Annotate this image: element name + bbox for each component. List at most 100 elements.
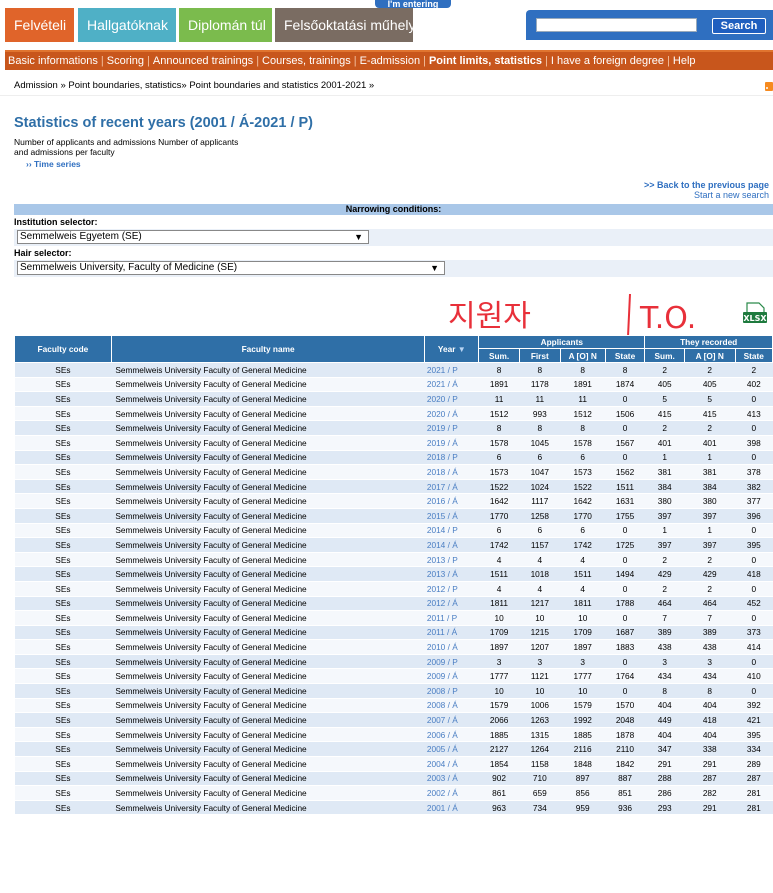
cell-year[interactable]: 2011 / Á xyxy=(424,625,479,641)
breadcrumb-item[interactable]: Point boundaries, statistics xyxy=(68,80,181,91)
cell-year[interactable]: 2015 / Á xyxy=(424,508,479,524)
header-rec-aon[interactable]: A [O] N xyxy=(683,348,736,363)
header-app-first[interactable]: First xyxy=(518,348,561,363)
nav-item[interactable]: Point limits, statistics xyxy=(429,55,542,67)
search-button[interactable]: Search xyxy=(712,18,766,34)
cell-year[interactable]: 2005 / Á xyxy=(424,741,479,758)
cell-year[interactable]: 2010 / Á xyxy=(424,639,479,655)
cell-rec-state: 410 xyxy=(735,668,773,685)
nav-item[interactable]: Courses, trainings xyxy=(262,55,351,67)
header-faculty-name[interactable]: Faculty name xyxy=(110,335,426,363)
cell-year[interactable]: 2020 / P xyxy=(424,391,479,407)
cell-year[interactable]: 2008 / P xyxy=(424,683,479,699)
cell-year[interactable]: 2021 / Á xyxy=(424,377,479,393)
header-app-aon[interactable]: A [O] N xyxy=(559,348,606,363)
cell-rec-state: 418 xyxy=(735,566,773,582)
cell-rec-state: 382 xyxy=(735,479,773,495)
cell-app-aon: 1897 xyxy=(560,639,606,655)
cell-year[interactable]: 2013 / Á xyxy=(424,566,479,582)
table-row: SEs Semmelweis University Faculty of Gene… xyxy=(14,800,773,816)
cell-year[interactable]: 2012 / Á xyxy=(424,596,479,612)
header-faculty-code[interactable]: Faculty code xyxy=(14,335,112,363)
cell-rec-aon: 384 xyxy=(684,479,736,495)
header-year[interactable]: Year ▼ xyxy=(424,335,480,363)
tab-diploman-tul[interactable]: Diplomán túl xyxy=(179,8,272,42)
cell-app-aon: 6 xyxy=(560,450,606,466)
hair-select[interactable]: Semmelweis University, Faculty of Medici… xyxy=(17,261,445,275)
cell-year[interactable]: 2009 / P xyxy=(424,654,479,670)
cell-app-sum: 1511 xyxy=(478,566,520,582)
cell-app-state: 2110 xyxy=(605,741,645,758)
cell-year[interactable]: 2014 / P xyxy=(424,523,479,539)
table-row: SEs Semmelweis University Faculty of Gene… xyxy=(14,552,773,568)
cell-app-aon: 1642 xyxy=(560,493,606,509)
cell-year[interactable]: 2013 / P xyxy=(424,552,479,568)
cell-year[interactable]: 2019 / Á xyxy=(424,435,479,451)
cell-year[interactable]: 2019 / P xyxy=(424,420,479,436)
table-row: SEs Semmelweis University Faculty of Gene… xyxy=(14,406,773,422)
cell-faculty-name: Semmelweis University Faculty of General… xyxy=(111,552,425,568)
tab-felveteli[interactable]: Felvételi xyxy=(5,8,74,42)
entering-tab[interactable]: I'm entering xyxy=(375,0,451,8)
cell-app-first: 1264 xyxy=(519,741,561,758)
cell-year[interactable]: 2020 / Á xyxy=(424,406,479,422)
rss-icon[interactable] xyxy=(765,82,773,91)
new-search-link[interactable]: Start a new search xyxy=(644,190,769,200)
cell-year[interactable]: 2018 / Á xyxy=(424,464,479,480)
table-row: SEs Semmelweis University Faculty of Gene… xyxy=(14,537,773,553)
cell-rec-aon: 429 xyxy=(684,566,736,582)
divider xyxy=(0,95,773,96)
table-row: SEs Semmelweis University Faculty of Gene… xyxy=(14,420,773,436)
cell-app-aon: 1522 xyxy=(560,479,606,495)
table-row: SEs Semmelweis University Faculty of Gene… xyxy=(14,566,773,582)
cell-app-sum: 1897 xyxy=(478,639,520,655)
cell-rec-aon: 405 xyxy=(684,377,736,393)
institution-select[interactable]: Semmelweis Egyetem (SE) ▼ xyxy=(17,230,369,244)
xlsx-icon[interactable]: XLSX xyxy=(742,302,768,326)
cell-year[interactable]: 2017 / Á xyxy=(424,479,479,495)
cell-year[interactable]: 2004 / Á xyxy=(424,756,479,772)
nav-item[interactable]: Basic informations xyxy=(8,55,98,67)
cell-app-aon: 897 xyxy=(560,771,606,787)
tab-felsooktatasi-muhely[interactable]: Felsőoktatási műhely xyxy=(275,8,416,42)
header-app-state[interactable]: State xyxy=(604,348,646,363)
back-to-previous-link[interactable]: >> Back to the previous page xyxy=(644,180,769,190)
cell-year[interactable]: 2006 / Á xyxy=(424,727,479,743)
header-app-sum[interactable]: Sum. xyxy=(478,348,520,363)
cell-year[interactable]: 2002 / Á xyxy=(424,785,479,801)
header-rec-state[interactable]: State xyxy=(734,348,773,363)
cell-app-first: 10 xyxy=(519,610,561,626)
cell-year[interactable]: 2018 / P xyxy=(424,450,479,466)
header-rec-sum[interactable]: Sum. xyxy=(644,348,685,363)
cell-year[interactable]: 2014 / Á xyxy=(424,537,479,553)
cell-year[interactable]: 2001 / Á xyxy=(424,800,479,816)
cell-year[interactable]: 2009 / Á xyxy=(424,668,479,685)
nav-item[interactable]: Scoring xyxy=(107,55,144,67)
cell-app-first: 1117 xyxy=(519,493,561,509)
breadcrumb-item[interactable]: Admission xyxy=(14,80,58,91)
breadcrumb-item[interactable]: Point boundaries and statistics 2001-202… xyxy=(189,80,366,91)
cell-year[interactable]: 2003 / Á xyxy=(424,771,479,787)
cell-app-first: 1315 xyxy=(519,727,561,743)
chevron-down-icon: ▼ xyxy=(430,263,439,273)
cell-app-sum: 3 xyxy=(478,654,520,670)
cell-faculty-name: Semmelweis University Faculty of General… xyxy=(111,800,425,816)
cell-year[interactable]: 2007 / Á xyxy=(424,712,479,728)
cell-year[interactable]: 2021 / P xyxy=(424,362,479,378)
nav-item[interactable]: E-admission xyxy=(360,55,421,67)
table-row: SEs Semmelweis University Faculty of Gene… xyxy=(14,362,773,378)
search-input[interactable] xyxy=(536,18,697,32)
nav-item[interactable]: Announced trainings xyxy=(153,55,253,67)
cell-year[interactable]: 2011 / P xyxy=(424,610,479,626)
nav-item[interactable]: I have a foreign degree xyxy=(551,55,664,67)
cell-year[interactable]: 2016 / Á xyxy=(424,493,479,509)
cell-rec-state: 289 xyxy=(735,756,773,772)
handwritten-annotation: 지원자 T.O. xyxy=(448,293,696,336)
time-series-link[interactable]: ›› Time series xyxy=(26,159,81,169)
cell-app-aon: 4 xyxy=(560,581,606,597)
tab-hallgatoknak[interactable]: Hallgatóknak xyxy=(78,8,176,42)
statistics-table: Faculty code Faculty name Year ▼ Applica… xyxy=(14,335,773,816)
nav-item[interactable]: Help xyxy=(673,55,696,67)
cell-year[interactable]: 2008 / Á xyxy=(424,698,479,714)
cell-year[interactable]: 2012 / P xyxy=(424,581,479,597)
